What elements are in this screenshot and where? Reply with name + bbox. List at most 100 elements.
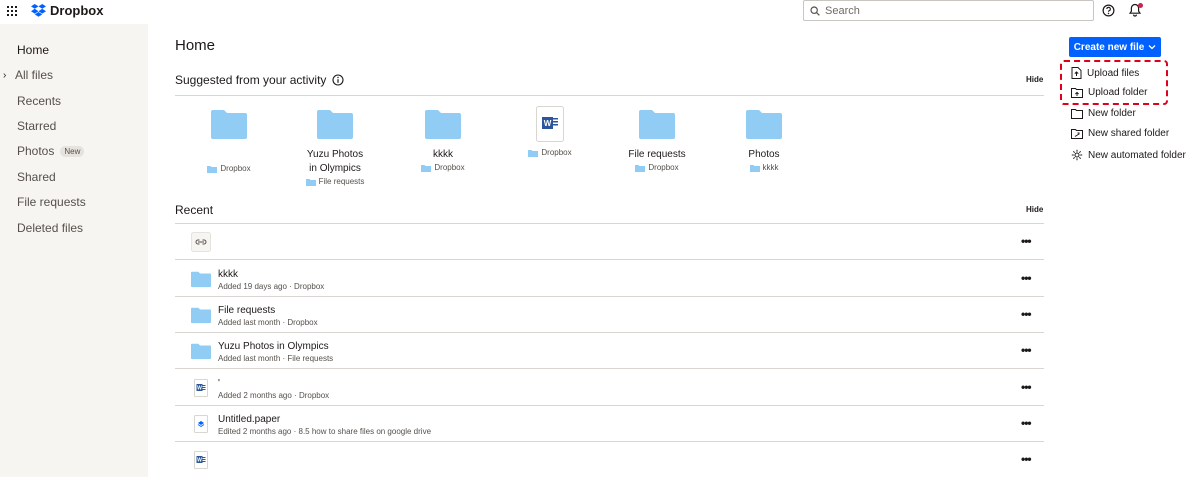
folder-icon: [528, 149, 539, 157]
suggested-location: Dropbox: [495, 148, 605, 157]
word-doc-icon: W: [191, 450, 211, 470]
folder-icon: [639, 110, 675, 139]
more-options-button[interactable]: •••: [1021, 271, 1032, 285]
new-shared-folder-action[interactable]: New shared folder: [1071, 128, 1169, 139]
hide-suggested-button[interactable]: Hide: [1026, 75, 1043, 84]
divider: [175, 95, 1044, 96]
row-meta: Added 19 days ago · Dropbox: [218, 282, 325, 291]
folder-icon: [305, 178, 316, 186]
dropbox-logo[interactable]: Dropbox: [31, 3, 103, 18]
suggested-card[interactable]: Photos kkkk: [709, 104, 819, 172]
help-icon[interactable]: [1102, 4, 1115, 17]
more-options-button[interactable]: •••: [1021, 452, 1032, 466]
folder-icon: [749, 164, 760, 172]
sidebar-item-file-requests[interactable]: File requests: [17, 195, 86, 209]
folder-icon: [191, 341, 211, 361]
sidebar-item-all-files[interactable]: All files: [15, 68, 53, 82]
suggested-location: File requests: [280, 177, 390, 186]
info-icon[interactable]: [332, 74, 344, 86]
sidebar: [0, 24, 148, 477]
sidebar-item-label: Deleted files: [17, 221, 84, 235]
search-icon: [810, 5, 820, 16]
create-new-file-label: Create new file: [1073, 41, 1145, 53]
row-name[interactable]: Yuzu Photos in Olympics: [218, 341, 329, 352]
sidebar-item-recents[interactable]: Recents: [17, 94, 61, 108]
suggested-card[interactable]: File requests Dropbox: [602, 104, 712, 172]
row-name[interactable]: Untitled.paper: [218, 414, 280, 425]
create-new-file-button[interactable]: Create new file: [1069, 37, 1161, 57]
suggested-card[interactable]: Yuzu Photos in Olympics File requests: [280, 104, 390, 186]
notification-dot: [1138, 3, 1143, 8]
suggested-location-text: Dropbox: [648, 163, 679, 172]
new-badge: New: [60, 145, 85, 157]
upload-file-icon: [1071, 67, 1082, 79]
row-name[interactable]: File requests: [218, 305, 275, 316]
row-meta: Edited 2 months ago · 8.5 how to share f…: [218, 427, 432, 436]
sidebar-item-deleted-files[interactable]: Deleted files: [17, 221, 83, 235]
more-options-button[interactable]: •••: [1021, 416, 1032, 430]
suggested-card[interactable]: kkkk Dropbox: [388, 104, 498, 172]
sidebar-item-starred[interactable]: Starred: [17, 119, 56, 133]
suggested-location: Dropbox: [174, 164, 284, 173]
row-name[interactable]: ': [218, 378, 220, 389]
more-options-button[interactable]: •••: [1021, 307, 1032, 321]
page-title: Home: [175, 37, 216, 54]
more-options-button[interactable]: •••: [1021, 343, 1032, 357]
upload-files-action[interactable]: Upload files: [1071, 67, 1139, 79]
sidebar-item-photos[interactable]: Photos New: [17, 144, 85, 158]
chevron-down-icon: [1148, 45, 1156, 50]
action-label: New shared folder: [1088, 128, 1170, 139]
new-automated-folder-action[interactable]: New automated folder: [1071, 149, 1186, 161]
more-options-button[interactable]: •••: [1021, 380, 1032, 394]
sidebar-item-label: Photos: [17, 144, 55, 158]
table-row[interactable]: Yuzu Photos in Olympics Added last month…: [175, 333, 1044, 369]
suggested-location-text: Dropbox: [541, 148, 572, 157]
upload-folder-action[interactable]: Upload folder: [1071, 87, 1147, 98]
table-row[interactable]: File requests Added last month · Dropbox…: [175, 297, 1044, 333]
search-input[interactable]: [825, 4, 1075, 17]
suggested-location: Dropbox: [602, 163, 712, 172]
chevron-right-icon[interactable]: ›: [3, 70, 6, 81]
search-box[interactable]: [803, 0, 1094, 21]
sidebar-item-label: All files: [15, 68, 54, 82]
sidebar-item-label: Shared: [17, 170, 56, 184]
app-grid-icon[interactable]: [7, 6, 17, 16]
action-label: Upload files: [1087, 67, 1140, 79]
more-options-button[interactable]: •••: [1021, 234, 1032, 248]
suggested-card[interactable]: Dropbox: [174, 104, 284, 173]
suggested-location-text: Dropbox: [434, 163, 465, 172]
new-folder-action[interactable]: New folder: [1071, 108, 1136, 119]
suggested-name: Yuzu Photos in Olympics: [306, 149, 364, 174]
table-row[interactable]: kkkk Added 19 days ago · Dropbox •••: [175, 261, 1044, 297]
new-folder-icon: [1071, 109, 1083, 119]
folder-icon: [191, 305, 211, 325]
word-doc-icon: W: [536, 106, 564, 142]
suggested-name: File requests: [628, 149, 686, 160]
shared-folder-icon: [1071, 129, 1083, 139]
svg-text:W: W: [197, 386, 202, 392]
folder-icon: [425, 110, 461, 139]
table-row[interactable]: W •••: [175, 442, 1044, 477]
sidebar-item-label: Recents: [17, 94, 62, 108]
sidebar-item-shared[interactable]: Shared: [17, 170, 56, 184]
hide-recent-button[interactable]: Hide: [1026, 205, 1043, 214]
row-name[interactable]: kkkk: [218, 269, 238, 280]
word-doc-icon: W: [191, 378, 211, 398]
folder-icon: [191, 269, 211, 289]
table-row[interactable]: W ' Added 2 months ago · Dropbox •••: [175, 370, 1044, 406]
sidebar-item-home[interactable]: Home: [17, 43, 49, 57]
action-label: New folder: [1088, 108, 1136, 119]
sidebar-item-label: File requests: [17, 195, 86, 209]
suggested-card[interactable]: W Dropbox: [495, 104, 605, 157]
table-row[interactable]: •••: [175, 224, 1044, 260]
table-row[interactable]: Untitled.paper Edited 2 months ago · 8.5…: [175, 406, 1044, 442]
suggested-name: Photos: [748, 149, 780, 160]
folder-icon: [211, 110, 247, 139]
folder-icon: [635, 164, 646, 172]
sidebar-item-label: Home: [17, 43, 50, 57]
suggested-location-text: File requests: [318, 177, 365, 186]
suggested-location: Dropbox: [388, 163, 498, 172]
suggested-location-text: Dropbox: [220, 164, 251, 173]
link-icon: [191, 232, 211, 252]
suggested-section-title: Suggested from your activity: [175, 73, 344, 87]
